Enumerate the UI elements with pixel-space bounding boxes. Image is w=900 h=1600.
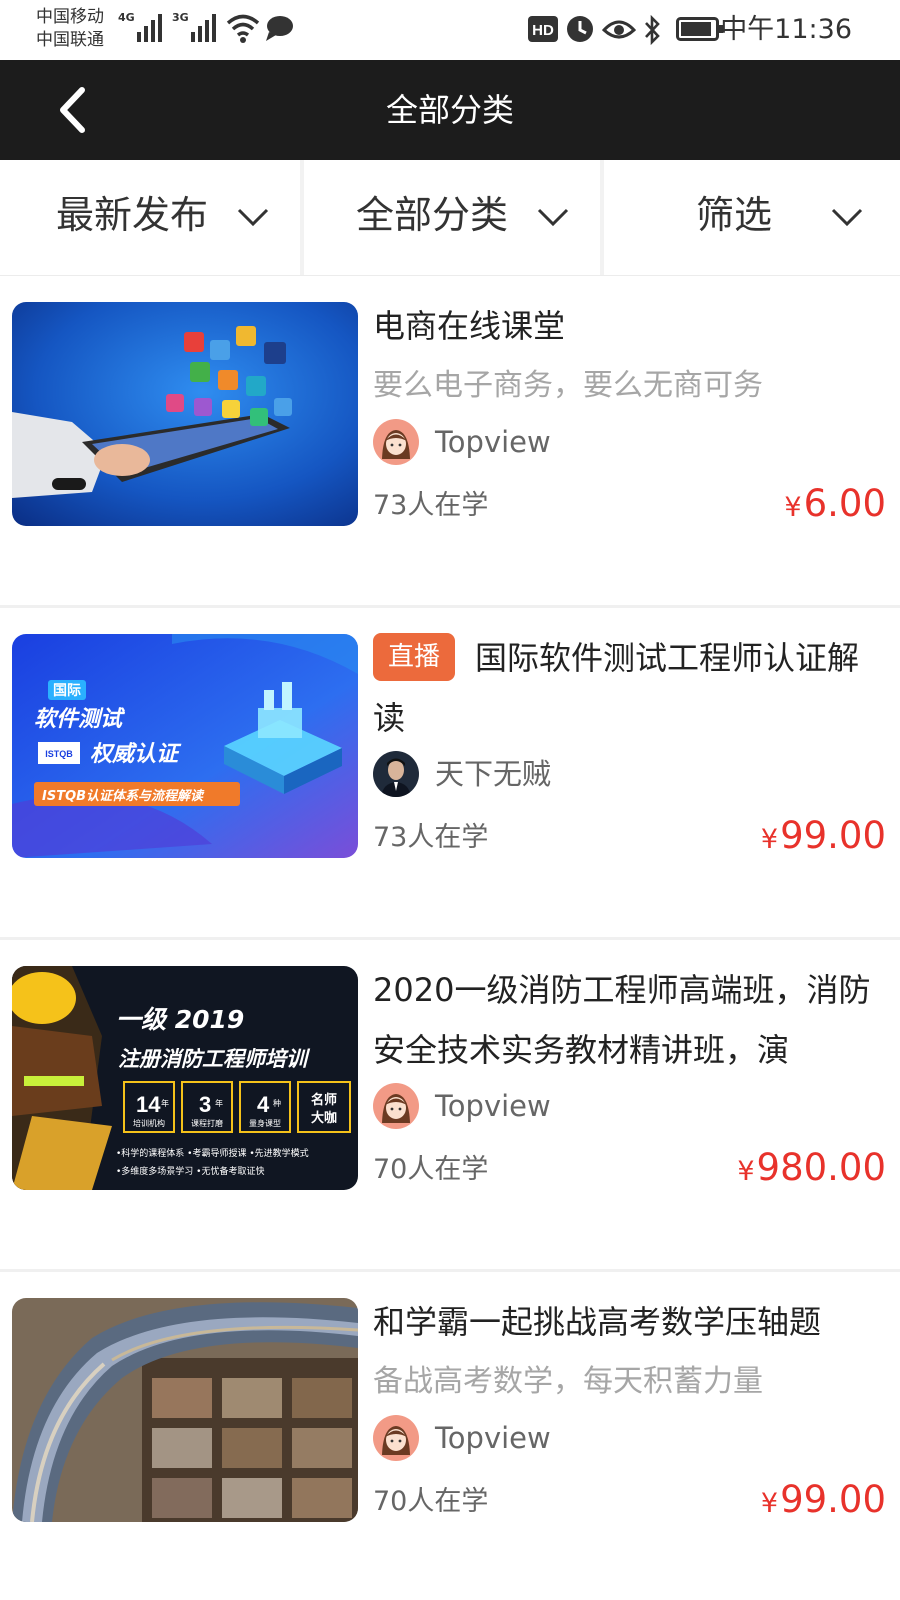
- course-price: ¥980.00: [737, 1144, 886, 1196]
- course-price: ¥99.00: [761, 1476, 886, 1528]
- teacher-info: Topview: [373, 418, 551, 466]
- bluetooth-icon: [645, 15, 660, 45]
- thumb-bar: ISTQB认证体系与流程解读: [42, 788, 205, 804]
- teacher-info: 天下无贼: [373, 750, 551, 798]
- live-badge: 直播: [373, 633, 456, 681]
- price-value: 980.00: [756, 1146, 886, 1189]
- course-card[interactable]: 电商在线课堂 要么电子商务，要么无商可务 Topview 73人在学 ¥6.00: [0, 276, 900, 608]
- course-title: 直播 国际软件测试工程师认证解读: [373, 628, 888, 748]
- thumb-box-3-num: 4: [257, 1092, 270, 1117]
- course-title: 电商在线课堂: [373, 307, 566, 345]
- avatar: [373, 1083, 419, 1129]
- thumb-line-2: 权威认证: [90, 742, 182, 767]
- course-thumbnail: [12, 1298, 358, 1522]
- thumb-box-1-unit: 年: [161, 1098, 169, 1108]
- currency-symbol: ¥: [737, 1156, 755, 1187]
- app-root: 中国移动 中国联通 4G 3G HD 中午11:36 全部分类 最新发布 全部分…: [0, 0, 900, 1600]
- currency-symbol: ¥: [760, 1488, 779, 1519]
- thumb-headline: 注册消防工程师培训: [118, 1047, 311, 1071]
- thumb-box-2-num: 3: [199, 1092, 211, 1117]
- chevron-down-icon: [537, 208, 569, 227]
- thumb-box-4-line-1: 名师: [311, 1092, 337, 1108]
- thumb-tag: 国际: [53, 683, 81, 699]
- course-card[interactable]: 一级 2019 注册消防工程师培训 14 年 培训机构 3 年 课程打磨 4 种…: [0, 940, 900, 1272]
- price-value: 6.00: [803, 482, 886, 525]
- thumb-box-3-label: 量身课型: [249, 1118, 281, 1128]
- filter-tab-sort[interactable]: 最新发布: [0, 160, 300, 275]
- chevron-down-icon: [237, 208, 269, 227]
- currency-symbol: ¥: [760, 824, 779, 855]
- message-icon: [266, 16, 293, 41]
- course-title: 2020一级消防工程师高端班，消防安全技术实务教材精讲班，演: [373, 971, 871, 1069]
- thumb-box-1-num: 14: [136, 1092, 161, 1117]
- status-bar: 中国移动 中国联通 4G 3G HD 中午11:36: [0, 0, 900, 60]
- status-time: 中午11:36: [720, 14, 852, 45]
- thumb-box-2-unit: 年: [215, 1098, 223, 1108]
- carrier-1: 中国移动: [36, 7, 104, 27]
- filter-label-filter: 筛选: [696, 193, 773, 237]
- learner-count: 73人在学: [373, 490, 489, 521]
- network-type-2: 3G: [172, 11, 189, 24]
- learner-count: 73人在学: [373, 822, 489, 853]
- teacher-name: Topview: [435, 425, 551, 459]
- clock-icon: [567, 16, 593, 42]
- avatar: [373, 1415, 419, 1461]
- course-list: 电商在线课堂 要么电子商务，要么无商可务 Topview 73人在学 ¥6.00…: [0, 276, 900, 1600]
- course-card[interactable]: 和学霸一起挑战高考数学压轴题 备战高考数学，每天积蓄力量 Topview 70人…: [0, 1272, 900, 1600]
- eye-icon: [602, 20, 636, 39]
- teacher-name: Topview: [435, 1089, 551, 1123]
- wifi-icon: [226, 14, 260, 43]
- price-value: 99.00: [780, 814, 886, 857]
- carrier-names: 中国移动 中国联通: [36, 6, 104, 52]
- thumb-logo: ISTQB: [45, 749, 73, 759]
- avatar: [373, 419, 419, 465]
- carrier-2: 中国联通: [36, 30, 104, 50]
- hd-icon: HD: [528, 16, 558, 42]
- page-title: 全部分类: [385, 91, 514, 129]
- course-price: ¥6.00: [784, 480, 886, 532]
- signal-icon: 4G: [118, 12, 162, 42]
- learner-count: 70人在学: [373, 1154, 489, 1185]
- filter-bar: 最新发布 全部分类 筛选: [0, 160, 900, 276]
- teacher-name: Topview: [435, 1421, 551, 1455]
- course-thumbnail: 国际 软件测试 ISTQB 权威认证 ISTQB认证体系与流程解读: [12, 634, 358, 858]
- chevron-down-icon: [831, 208, 863, 227]
- thumb-line-1: 软件测试: [34, 707, 126, 732]
- avatar: [373, 751, 419, 797]
- battery-icon: [676, 17, 723, 41]
- title-bar: 全部分类: [0, 60, 900, 160]
- course-subtitle: 备战高考数学，每天积蓄力量: [373, 1364, 763, 1399]
- thumb-box-3-unit: 种: [273, 1098, 281, 1108]
- filter-tab-filter[interactable]: 筛选: [600, 160, 900, 275]
- price-value: 99.00: [780, 1478, 886, 1521]
- network-type-1: 4G: [118, 11, 135, 24]
- teacher-info: Topview: [373, 1082, 551, 1130]
- filter-tab-category[interactable]: 全部分类: [300, 160, 600, 275]
- course-title: 和学霸一起挑战高考数学压轴题: [373, 1303, 822, 1341]
- svg-text:HD: HD: [532, 22, 554, 39]
- thumb-bullets-2: •多维度多场景学习 •无忧备考取证快: [116, 1165, 264, 1177]
- thumb-year: 一级 2019: [116, 1005, 244, 1034]
- course-price: ¥99.00: [761, 812, 886, 864]
- teacher-info: Topview: [373, 1414, 551, 1462]
- signal-icon-2: 3G: [172, 12, 216, 42]
- course-card[interactable]: 国际 软件测试 ISTQB 权威认证 ISTQB认证体系与流程解读 直播 国际软件…: [0, 608, 900, 940]
- course-thumbnail: 一级 2019 注册消防工程师培训 14 年 培训机构 3 年 课程打磨 4 种…: [12, 966, 358, 1190]
- learner-count: 70人在学: [373, 1486, 489, 1517]
- currency-symbol: ¥: [784, 492, 802, 523]
- thumb-bullets-1: •科学的课程体系 •考霸导师授课 •先进教学模式: [116, 1147, 309, 1159]
- filter-label-category: 全部分类: [356, 193, 509, 237]
- filter-label-sort: 最新发布: [56, 193, 209, 237]
- course-subtitle: 要么电子商务，要么无商可务: [373, 368, 763, 403]
- thumb-box-1-label: 培训机构: [133, 1118, 165, 1128]
- teacher-name: 天下无贼: [435, 757, 552, 791]
- thumb-box-2-label: 课程打磨: [191, 1118, 223, 1128]
- course-thumbnail: [12, 302, 358, 526]
- thumb-box-4-line-2: 大咖: [311, 1110, 337, 1126]
